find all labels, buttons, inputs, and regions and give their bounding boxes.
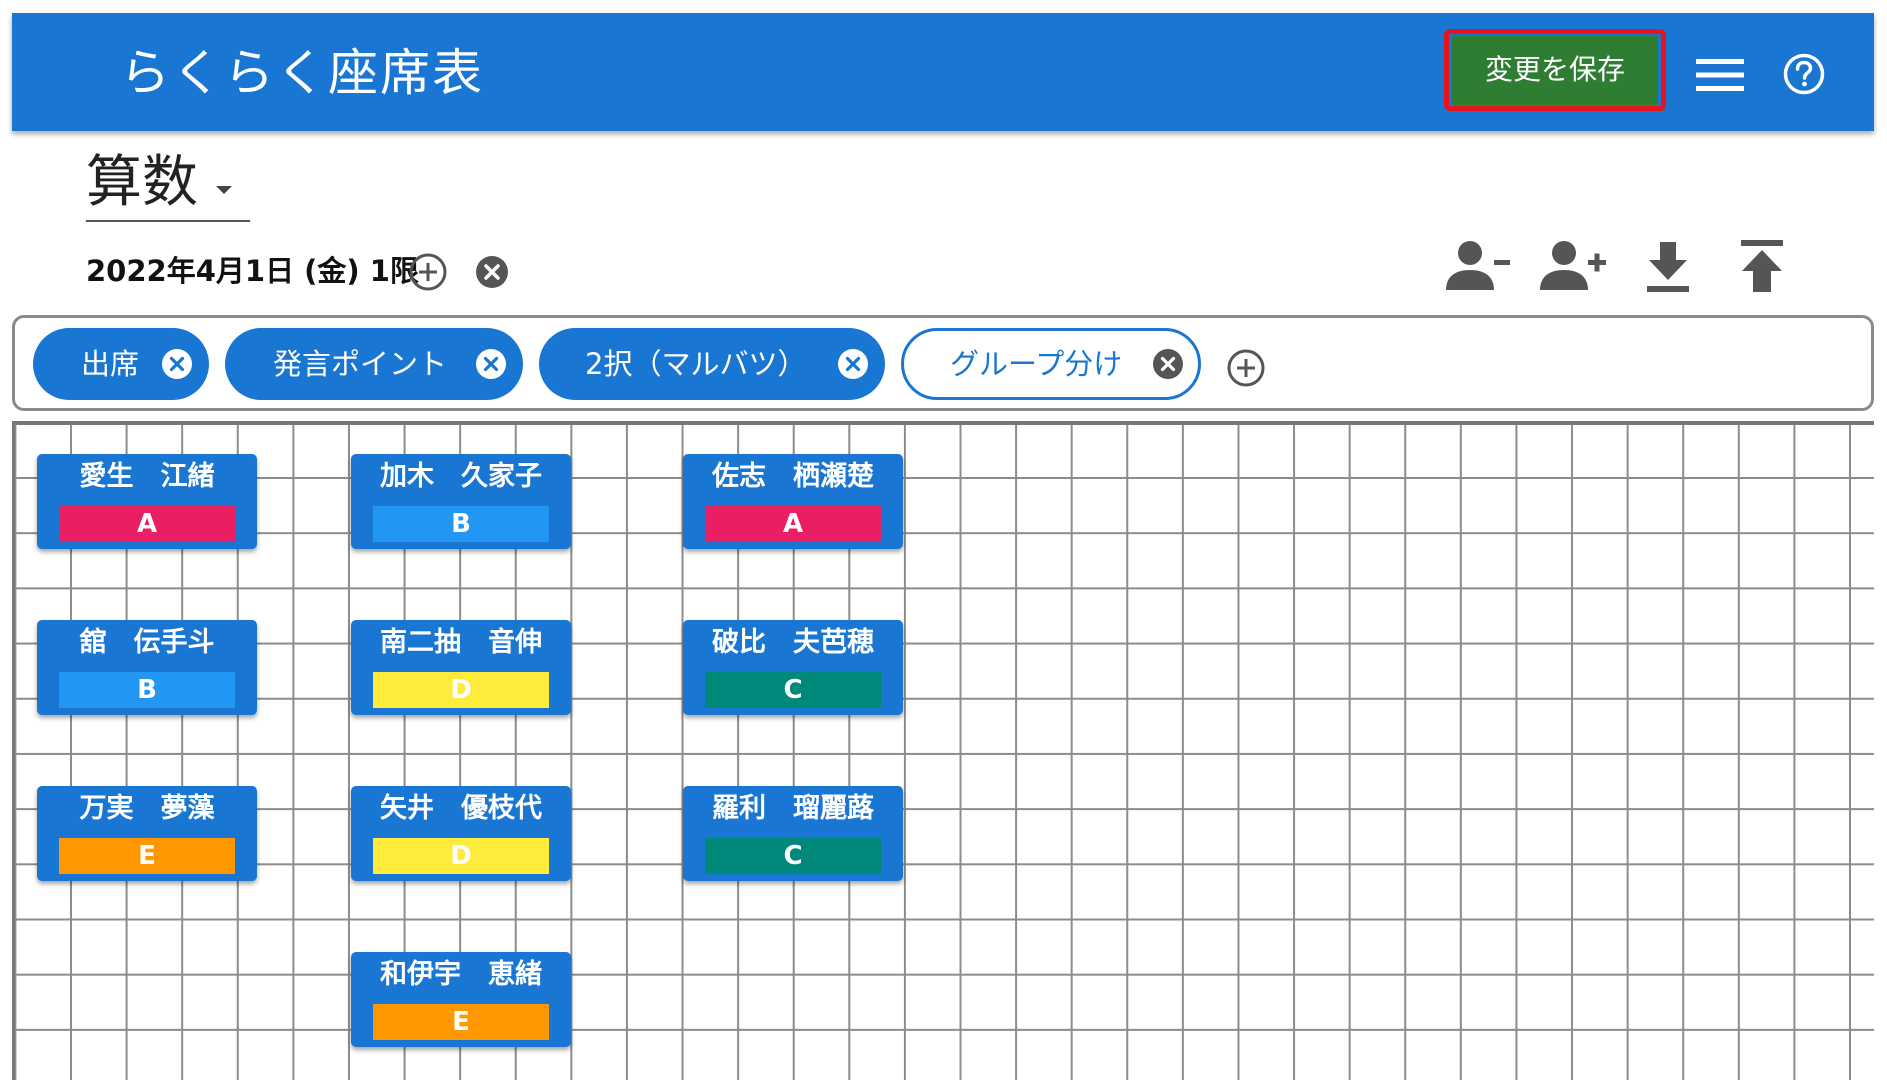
save-button[interactable]: 変更を保存 — [1452, 35, 1658, 105]
app-header: らくらく座席表 変更を保存 — [12, 13, 1874, 131]
remove-student-icon[interactable] — [1442, 238, 1512, 294]
chip-label: 発言ポイント — [273, 347, 448, 381]
close-icon[interactable] — [475, 348, 507, 380]
student-card[interactable]: 南二抽 音伸 D — [351, 620, 571, 715]
group-badge: D — [373, 838, 549, 874]
student-name: 矢井 優枝代 — [380, 793, 542, 824]
group-badge: E — [59, 838, 235, 874]
student-name: 万実 夢藻 — [79, 793, 215, 824]
student-card[interactable]: 羅利 瑠麗蕗 C — [683, 786, 903, 881]
add-session-icon[interactable] — [408, 252, 448, 292]
app-title: らくらく座席表 — [120, 44, 484, 102]
student-card[interactable]: 矢井 優枝代 D — [351, 786, 571, 881]
student-card[interactable]: 和伊宇 恵緒 E — [351, 952, 571, 1047]
student-name: 破比 夫芭穂 — [712, 627, 874, 658]
group-badge: B — [59, 672, 235, 708]
seating-grid[interactable]: 愛生 江緒 A 舘 伝手斗 B 万実 夢藻 E 加木 久家子 B 南二抽 音伸 … — [12, 421, 1874, 1080]
student-card[interactable]: 愛生 江緒 A — [37, 454, 257, 549]
download-icon[interactable] — [1633, 238, 1703, 294]
group-badge: C — [705, 838, 881, 874]
student-name: 和伊宇 恵緒 — [380, 959, 542, 990]
group-badge: A — [705, 506, 881, 542]
group-badge: D — [373, 672, 549, 708]
help-icon[interactable] — [1782, 52, 1826, 96]
chevron-down-icon — [216, 186, 232, 194]
upload-icon[interactable] — [1727, 238, 1797, 294]
student-name: 羅利 瑠麗蕗 — [712, 793, 874, 824]
chip-attendance[interactable]: 出席 — [33, 328, 209, 400]
group-badge: C — [705, 672, 881, 708]
chip-label: 出席 — [81, 347, 140, 381]
student-name: 加木 久家子 — [380, 461, 542, 492]
close-icon[interactable] — [837, 348, 869, 380]
student-name: 愛生 江緒 — [79, 461, 215, 492]
session-date: 2022年4月1日 (金) 1限 — [86, 254, 419, 288]
student-card[interactable]: 万実 夢藻 E — [37, 786, 257, 881]
close-icon[interactable] — [1152, 348, 1184, 380]
add-chip-icon[interactable] — [1226, 348, 1266, 388]
chip-speaking-points[interactable]: 発言ポイント — [225, 328, 523, 400]
student-card[interactable]: 加木 久家子 B — [351, 454, 571, 549]
add-student-icon[interactable] — [1538, 238, 1608, 294]
student-name: 佐志 栖瀬楚 — [712, 461, 874, 492]
chip-true-false[interactable]: 2択（マルバツ） — [539, 328, 885, 400]
close-icon[interactable] — [161, 348, 193, 380]
chip-label: 2択（マルバツ） — [585, 347, 807, 381]
chip-grouping[interactable]: グループ分け — [901, 328, 1201, 400]
menu-icon[interactable] — [1694, 55, 1746, 95]
subject-label: 算数 — [86, 150, 198, 215]
remove-session-icon[interactable] — [475, 255, 509, 289]
student-name: 舘 伝手斗 — [79, 627, 215, 658]
chip-label: グループ分け — [950, 347, 1123, 381]
student-card[interactable]: 佐志 栖瀬楚 A — [683, 454, 903, 549]
student-card[interactable]: 舘 伝手斗 B — [37, 620, 257, 715]
group-badge: A — [59, 506, 235, 542]
subject-select[interactable]: 算数 — [86, 150, 250, 222]
student-card[interactable]: 破比 夫芭穂 C — [683, 620, 903, 715]
group-badge: B — [373, 506, 549, 542]
group-badge: E — [373, 1004, 549, 1040]
student-name: 南二抽 音伸 — [380, 627, 542, 658]
view-mode-chip-bar: 出席 発言ポイント 2択（マルバツ） グループ分け — [12, 315, 1874, 411]
